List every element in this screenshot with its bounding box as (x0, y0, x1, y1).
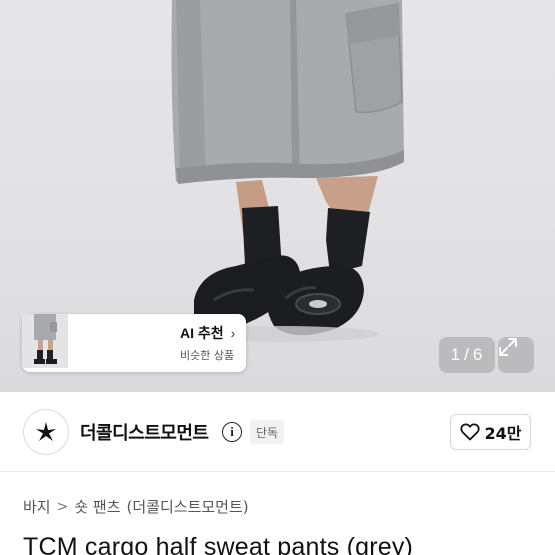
breadcrumb-item-brand[interactable]: (더콜디스트모먼트) (127, 496, 249, 517)
product-title: TCM cargo half sweat pants (grey) (23, 533, 414, 555)
ai-recommend-card[interactable]: AI 추천 › 비슷한 상품 (22, 314, 246, 372)
seller-row: 더콜디스트모먼트 i 단독 24만 (0, 392, 555, 472)
pager-separator: / (464, 345, 470, 364)
shop-name[interactable]: 더콜디스트모먼트 (80, 419, 209, 445)
like-count: 24만 (484, 424, 522, 443)
recommend-thumbnail[interactable] (22, 314, 120, 370)
breadcrumb-item-short-pants[interactable]: 숏 팬츠 (74, 496, 120, 517)
exclusive-badge: 단독 (250, 420, 285, 444)
recommend-thumbnail[interactable] (22, 314, 168, 370)
pager-current: 1 (450, 345, 462, 364)
ai-recommend-subtitle: 비슷한 상품 (180, 349, 235, 362)
expand-icon (499, 338, 517, 356)
like-button[interactable]: 24만 (450, 414, 531, 450)
star-logo-icon (36, 422, 56, 441)
heart-icon (459, 423, 480, 441)
breadcrumb: 바지 > 숏 팬츠 (더콜디스트모먼트) (23, 496, 249, 517)
chevron-right-icon: › (230, 325, 236, 341)
shop-logo[interactable] (23, 409, 69, 455)
breadcrumb-item-pants[interactable]: 바지 (23, 496, 51, 517)
breadcrumb-separator: > (56, 498, 69, 515)
expand-button[interactable] (498, 337, 534, 373)
image-pager: 1 / 6 (439, 337, 495, 373)
pager-total: 6 (472, 345, 484, 364)
info-icon[interactable]: i (222, 422, 242, 442)
ai-recommend-title: AI 추천 › (180, 323, 235, 343)
ai-recommend-label: AI 추천 (180, 325, 224, 341)
product-image-gallery[interactable]: AI 추천 › 비슷한 상품 1 / 6 (0, 0, 555, 392)
